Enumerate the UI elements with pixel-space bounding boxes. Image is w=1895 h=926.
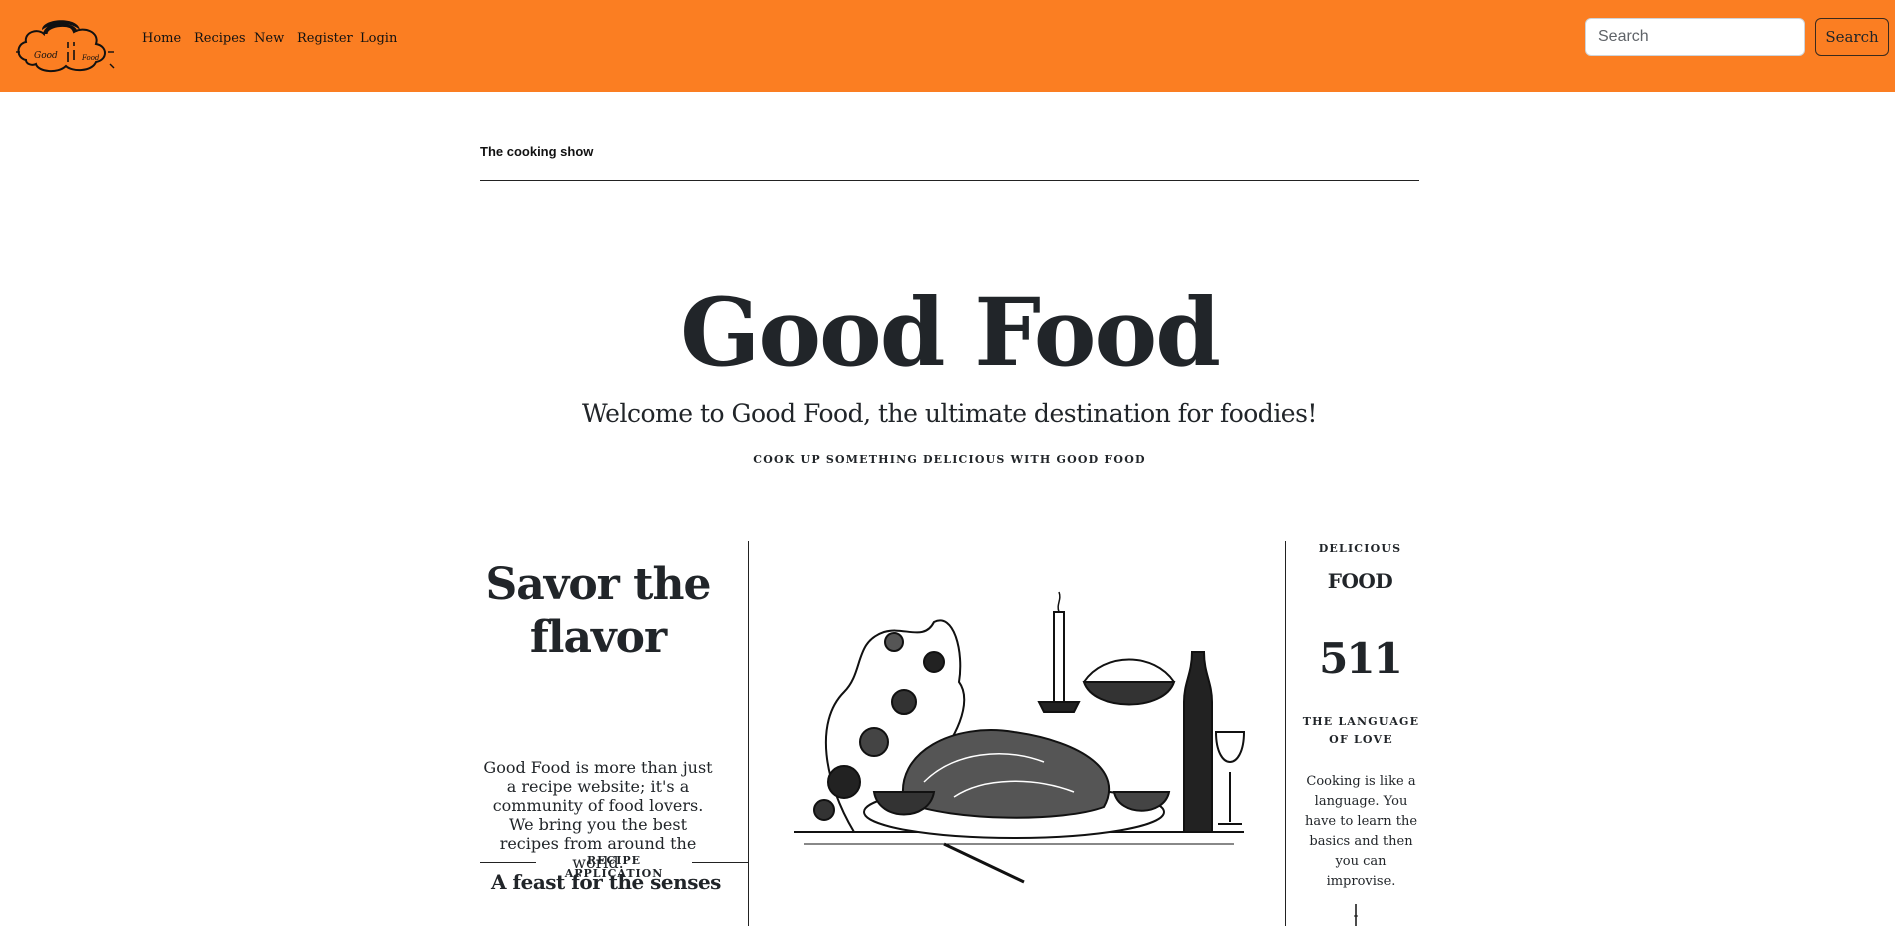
column-divider-right bbox=[1285, 541, 1286, 926]
hero-tagline: COOK UP SOMETHING DELICIOUS WITH GOOD FO… bbox=[753, 453, 1146, 466]
nav-recipes[interactable]: Recipes bbox=[194, 30, 246, 48]
search-button[interactable]: Search bbox=[1815, 18, 1889, 56]
header-divider bbox=[480, 180, 1419, 181]
column-divider-left bbox=[748, 541, 749, 926]
section-rule-right bbox=[692, 862, 748, 863]
left-heading: Savor the flavor bbox=[485, 559, 711, 663]
logo-text-food: Food bbox=[81, 54, 100, 62]
nav-login[interactable]: Login bbox=[360, 30, 397, 48]
right-word: FOOD bbox=[1327, 569, 1393, 593]
nav-home[interactable]: Home bbox=[142, 30, 181, 48]
spire-illustration bbox=[1354, 904, 1358, 926]
section-label-row: RECIPE APPLICATION bbox=[480, 854, 748, 880]
hero-lead: Welcome to Good Food, the ultimate desti… bbox=[582, 399, 1317, 428]
nav-register[interactable]: Register bbox=[297, 30, 353, 48]
logo-text-good: Good bbox=[34, 51, 58, 61]
right-caption: THE LANGUAGE OF LOVE bbox=[1302, 715, 1420, 746]
show-label: The cooking show bbox=[480, 144, 594, 159]
right-kicker: DELICIOUS bbox=[1318, 542, 1402, 555]
left-subheading: A feast for the senses bbox=[491, 870, 721, 894]
right-quote: Cooking is like a language. You have to … bbox=[1304, 774, 1418, 889]
good-food-logo[interactable]: Good Food bbox=[12, 12, 120, 78]
recipe-count: 511 bbox=[1319, 634, 1403, 683]
search-input[interactable] bbox=[1585, 18, 1805, 56]
navbar: Good Food Home Recipes New Register Logi… bbox=[0, 0, 1895, 92]
section-rule-left bbox=[480, 862, 536, 863]
nav-new[interactable]: New bbox=[254, 30, 284, 48]
feast-illustration bbox=[794, 591, 1246, 884]
page-title: Good Food bbox=[680, 278, 1221, 388]
